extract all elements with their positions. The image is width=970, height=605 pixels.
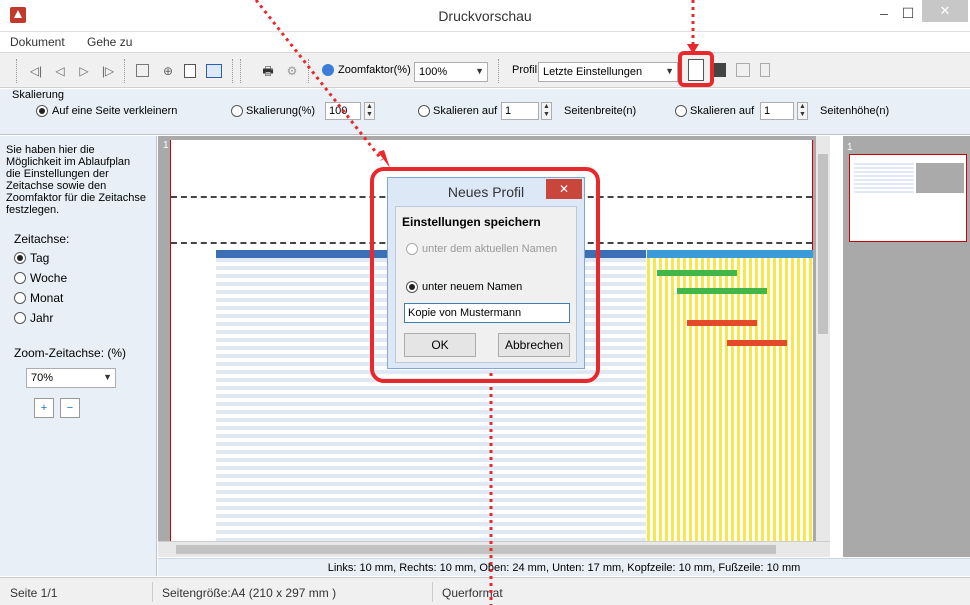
option-new-name: unter neuem Namen — [422, 281, 523, 293]
dialog-body: Einstellungen speichern unter dem aktuel… — [395, 206, 577, 363]
cancel-button[interactable]: Abbrechen — [498, 333, 570, 357]
dialog-heading: Einstellungen speichern — [402, 215, 541, 229]
radio-current-name[interactable] — [406, 243, 418, 255]
profile-name-input[interactable]: Kopie von Mustermann — [404, 303, 570, 323]
ok-button[interactable]: OK — [404, 333, 476, 357]
new-profile-dialog: Neues Profil ✕ Einstellungen speichern u… — [387, 177, 585, 369]
dialog-close-button[interactable]: ✕ — [546, 179, 582, 199]
arrow-head — [378, 150, 390, 168]
radio-new-name[interactable] — [406, 281, 418, 293]
option-current-name: unter dem aktuellen Namen — [422, 243, 558, 255]
arrow-line — [254, 0, 384, 161]
arrow-head — [687, 44, 699, 54]
